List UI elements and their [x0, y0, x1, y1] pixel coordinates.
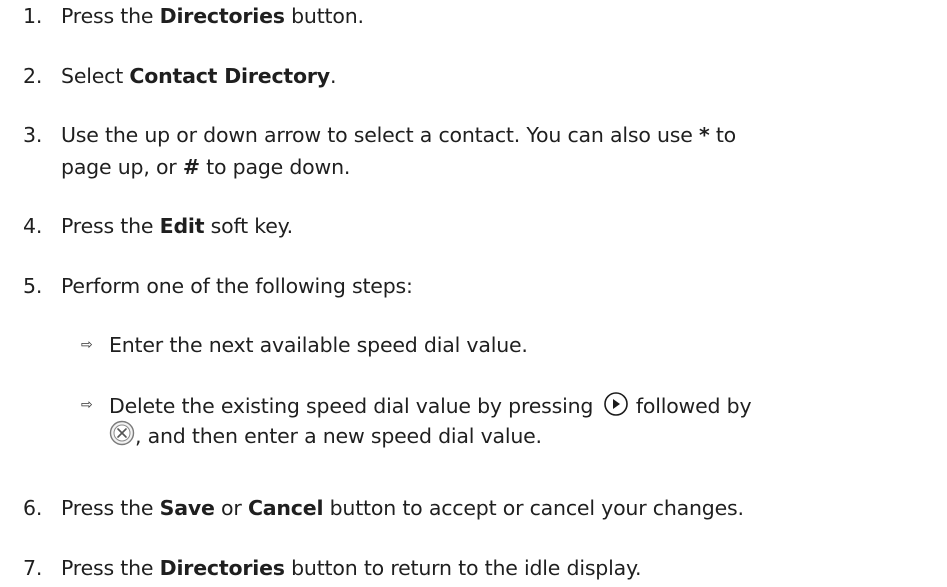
step-bold: Directories	[159, 4, 285, 28]
step-number: 5.	[23, 274, 43, 298]
substep-text: Delete the existing speed dial value by …	[109, 394, 600, 418]
step-text: page up, or	[61, 155, 183, 179]
step-number: 4.	[23, 214, 43, 238]
step-number: 7.	[23, 556, 43, 580]
step-text: Use the up or down arrow to select a con…	[61, 123, 699, 147]
step-number: 1.	[23, 4, 43, 28]
step-text: to	[709, 123, 737, 147]
step-number: 2.	[23, 64, 43, 88]
step-bold: Edit	[159, 214, 205, 238]
substep-2-continuation: , and then enter a new speed dial value.	[109, 420, 542, 450]
step-text: to page down.	[199, 155, 351, 179]
substep-text: , and then enter a new speed dial value.	[135, 424, 542, 448]
step-text: Press the	[61, 556, 160, 580]
arrow-bullet-icon: ⇨	[81, 397, 93, 413]
instruction-document: 1. Press the Directories button. 2. Sele…	[0, 0, 947, 587]
step-number: 6.	[23, 496, 43, 520]
arrow-bullet-icon: ⇨	[81, 337, 93, 353]
step-number: 3.	[23, 123, 43, 147]
cancel-x-circle-icon	[109, 420, 135, 446]
step-bold: #	[182, 155, 200, 179]
step-text: Press the	[61, 496, 160, 520]
step-bold: Directories	[159, 556, 285, 580]
step-text: Select	[61, 64, 130, 88]
step-bold: Save	[159, 496, 215, 520]
step-bold: Contact Directory	[129, 64, 330, 88]
step-text: button to return to the idle display.	[284, 556, 642, 580]
step-text: or	[214, 496, 248, 520]
step-text: soft key.	[204, 214, 294, 238]
step-text: Press the	[61, 4, 160, 28]
step-text: .	[329, 64, 337, 88]
substep-text: Enter the next available speed dial valu…	[109, 333, 528, 357]
step-bold: Cancel	[247, 496, 324, 520]
step-bold: *	[699, 123, 710, 147]
step-3-continuation: page up, or # to page down.	[61, 153, 350, 181]
step-text: Perform one of the following steps:	[61, 274, 413, 298]
substep-text: followed by	[629, 394, 752, 418]
step-text: Press the	[61, 214, 160, 238]
right-arrow-circle-icon	[603, 391, 629, 417]
step-text: button.	[284, 4, 364, 28]
step-text: button to accept or cancel your changes.	[323, 496, 744, 520]
